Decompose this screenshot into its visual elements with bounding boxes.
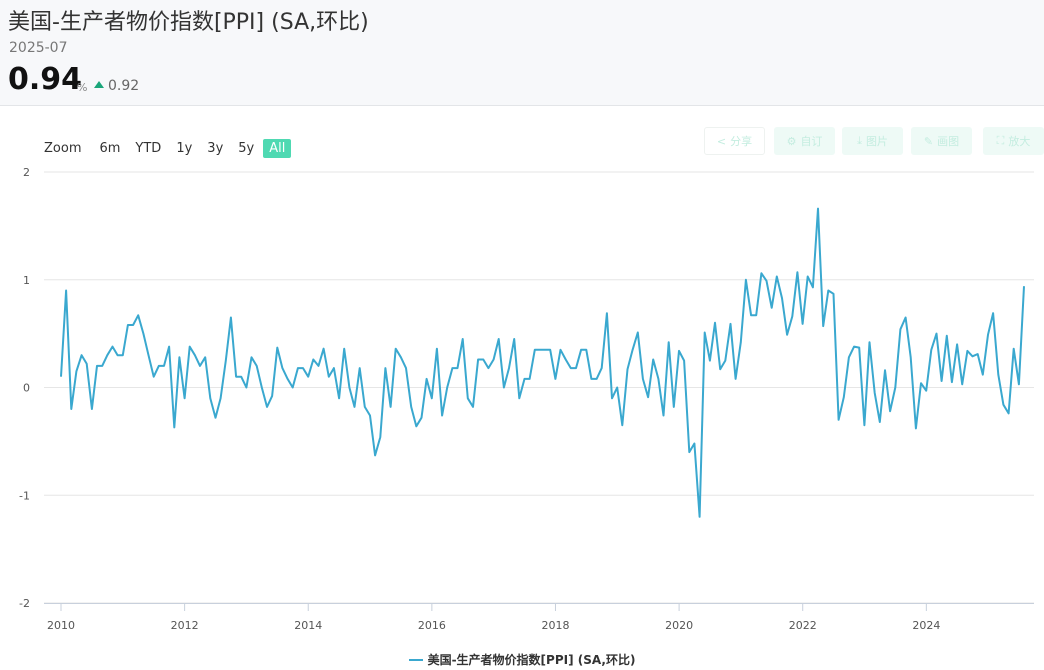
previous-value-text: 0.92 <box>108 78 140 94</box>
legend-swatch <box>408 659 423 661</box>
grid-lines <box>44 171 1034 604</box>
zoom-label: Zoom <box>44 140 82 156</box>
image-label: 图片 <box>865 135 888 148</box>
range-ytd-button[interactable]: YTD <box>129 139 167 158</box>
x-tick-label: 2020 <box>665 619 693 632</box>
up-arrow-icon <box>94 81 104 88</box>
gear-icon: ⚙ <box>786 134 797 148</box>
x-tick-label: 2014 <box>294 619 322 632</box>
y-axis-labels: 2 1 0 -1 -2 <box>19 166 30 610</box>
x-tick-label: 2016 <box>418 619 446 632</box>
subscribe-button[interactable]: ⚙ 自订 <box>774 127 835 155</box>
x-tick-label: 2024 <box>912 619 940 632</box>
range-1y-button[interactable]: 1y <box>170 139 198 158</box>
x-tick-label: 2010 <box>47 619 75 632</box>
series-group <box>60 207 1025 518</box>
y-tick-label: -1 <box>19 489 30 502</box>
download-icon: ⤓ <box>857 134 862 147</box>
fullscreen-label: 放大 <box>1008 135 1031 148</box>
legend-label: 美国-生产者物价指数[PPI] (SA,环比) <box>427 653 636 667</box>
y-tick-label: 2 <box>23 166 30 179</box>
draw-button[interactable]: ✎ 画图 <box>911 127 972 155</box>
y-tick-label: 1 <box>23 274 30 287</box>
x-tick-label: 2022 <box>789 619 817 632</box>
share-label: 分享 <box>730 135 753 148</box>
header: 美国-生产者物价指数[PPI] (SA,环比) 2025-07 0.94 % 0… <box>0 0 1044 106</box>
value-unit: % <box>77 81 88 94</box>
x-axis: 2010 2012 2014 2016 2018 2020 2022 2024 <box>44 603 1034 632</box>
x-tick-label: 2012 <box>171 619 199 632</box>
download-image-button[interactable]: ⤓ 图片 <box>842 127 903 155</box>
previous-value: 0.92 <box>94 78 139 94</box>
y-tick-label: 0 <box>23 382 30 395</box>
fullscreen-button[interactable]: ⛶ 放大 <box>983 127 1044 155</box>
pencil-icon: ✎ <box>923 134 934 148</box>
page-title: 美国-生产者物价指数[PPI] (SA,环比) <box>8 10 369 35</box>
series-line <box>60 207 1025 518</box>
range-all-button[interactable]: All <box>263 138 292 158</box>
latest-date: 2025-07 <box>9 40 68 56</box>
range-3y-button[interactable]: 3y <box>201 139 229 158</box>
range-5y-button[interactable]: 5y <box>232 139 260 158</box>
y-tick-label: -2 <box>19 597 30 610</box>
range-selector: Zoom 6m YTD 1y 3y 5y All <box>44 137 294 159</box>
share-button[interactable]: < 分享 <box>704 127 765 155</box>
chart-legend[interactable]: 美国-生产者物价指数[PPI] (SA,环比) <box>0 651 1044 668</box>
draw-label: 画图 <box>937 135 960 148</box>
expand-icon: ⛶ <box>996 134 1005 147</box>
x-tick-label: 2018 <box>541 619 569 632</box>
subscribe-label: 自订 <box>800 135 823 148</box>
latest-value: 0.94 <box>8 62 83 97</box>
share-icon: < <box>716 134 727 148</box>
range-6m-button[interactable]: 6m <box>93 139 126 158</box>
